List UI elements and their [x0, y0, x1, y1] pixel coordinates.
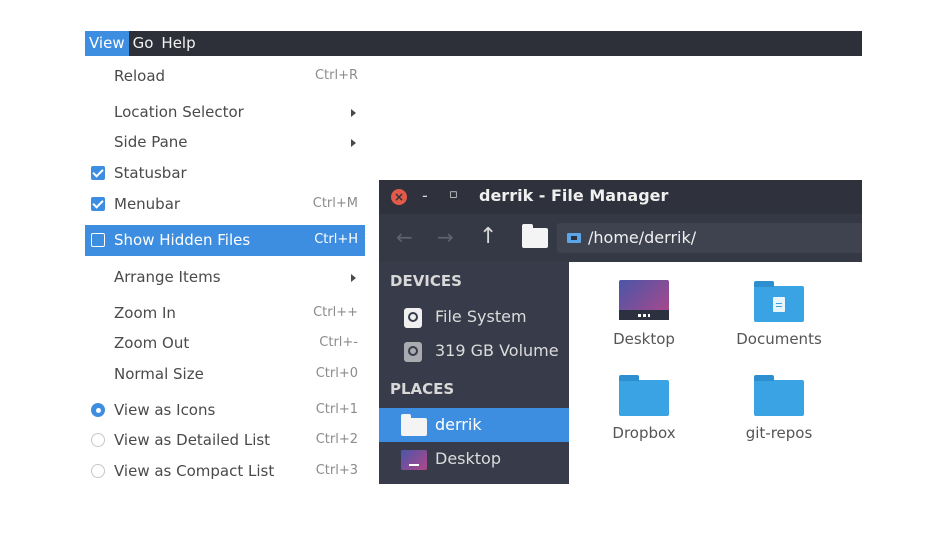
checkbox-checked-icon[interactable]	[91, 197, 105, 211]
submenu-arrow-icon	[351, 109, 356, 117]
forward-arrow-icon[interactable]: →	[437, 225, 454, 249]
menu-item-arrange-items[interactable]: Arrange Items	[85, 262, 365, 293]
home-folder-icon[interactable]	[522, 224, 548, 248]
menu-item-label: Zoom In	[114, 304, 176, 322]
file-item-dropbox[interactable]: Dropbox	[589, 372, 699, 462]
menu-item-label: Menubar	[114, 195, 181, 213]
menu-item-accelerator: Ctrl+2	[315, 432, 358, 447]
menu-item-accelerator: Ctrl+M	[312, 196, 358, 211]
menu-item-show-hidden-files[interactable]: Show Hidden Files Ctrl+H	[85, 225, 365, 256]
menu-item-label: Location Selector	[114, 103, 244, 121]
up-arrow-icon[interactable]: ↑	[479, 224, 497, 249]
menu-item-label: Zoom Out	[114, 334, 190, 352]
file-item-desktop[interactable]: Desktop	[589, 278, 699, 368]
devices-header: DEVICES	[390, 272, 462, 290]
places-header: PLACES	[390, 380, 455, 398]
menu-item-view-as-compact-list[interactable]: View as Compact List Ctrl+3	[85, 456, 365, 487]
menu-view[interactable]: View	[85, 31, 129, 56]
checkbox-checked-icon[interactable]	[91, 166, 105, 180]
menu-item-statusbar[interactable]: Statusbar	[85, 158, 365, 189]
menu-item-label: Statusbar	[114, 164, 187, 182]
sidebar-item-file-system[interactable]: File System	[379, 300, 569, 334]
menu-item-zoom-out[interactable]: Zoom Out Ctrl+-	[85, 328, 365, 359]
menu-item-label: View as Compact List	[114, 462, 275, 480]
menu-item-label: Reload	[114, 67, 166, 85]
location-bar[interactable]: /home/derrik/	[557, 223, 862, 253]
drive-icon	[404, 308, 422, 328]
menu-item-side-pane[interactable]: Side Pane	[85, 127, 365, 158]
window-titlebar[interactable]: × - ▫ derrik - File Manager	[379, 180, 862, 214]
submenu-arrow-icon	[351, 139, 356, 147]
menu-help[interactable]: Help	[157, 31, 199, 56]
menu-item-view-as-icons[interactable]: View as Icons Ctrl+1	[85, 395, 365, 426]
file-item-label: Dropbox	[612, 424, 676, 442]
menu-item-label: Side Pane	[114, 133, 188, 151]
file-item-documents[interactable]: Documents	[724, 278, 834, 368]
menu-item-reload[interactable]: Reload Ctrl+R	[85, 61, 365, 92]
view-menu-dropdown: Reload Ctrl+R Location Selector Side Pan…	[85, 56, 365, 490]
file-item-label: Documents	[736, 330, 822, 348]
sidebar-item-label: File System	[435, 307, 527, 326]
desktop-icon	[401, 450, 427, 470]
window-title: derrik - File Manager	[479, 186, 669, 205]
menu-item-label: View as Icons	[114, 401, 216, 419]
menu-item-location-selector[interactable]: Location Selector	[85, 97, 365, 128]
file-item-label: git-repos	[745, 424, 813, 442]
desktop-icon	[619, 280, 669, 320]
sidebar-item-label: derrik	[435, 415, 482, 434]
sidebar-item-derrik[interactable]: derrik	[379, 408, 569, 442]
folder-icon	[754, 375, 804, 416]
back-arrow-icon[interactable]: ←	[396, 225, 413, 249]
menu-item-label: Normal Size	[114, 365, 204, 383]
menu-item-view-as-detailed-list[interactable]: View as Detailed List Ctrl+2	[85, 425, 365, 456]
menu-item-label: Arrange Items	[114, 268, 221, 286]
minimize-button[interactable]: -	[422, 186, 428, 205]
menu-item-accelerator: Ctrl+H	[314, 232, 358, 247]
radio-selected-icon[interactable]	[91, 403, 105, 417]
documents-folder-icon	[754, 281, 804, 322]
menu-go[interactable]: Go	[129, 31, 158, 56]
menu-item-accelerator: Ctrl++	[313, 305, 358, 320]
menu-item-accelerator: Ctrl+1	[315, 402, 358, 417]
sidebar-item-319gb-volume[interactable]: 319 GB Volume	[379, 334, 569, 368]
file-item-git-repos[interactable]: git-repos	[724, 372, 834, 462]
drive-icon	[567, 233, 581, 243]
menu-item-label: Show Hidden Files	[114, 231, 251, 249]
maximize-button[interactable]: ▫	[449, 187, 458, 202]
folder-icon	[619, 375, 669, 416]
menu-item-accelerator: Ctrl+R	[314, 68, 358, 83]
submenu-arrow-icon	[351, 274, 356, 282]
menu-item-accelerator: Ctrl+3	[315, 463, 358, 478]
menu-item-accelerator: Ctrl+0	[315, 366, 358, 381]
sidebar-item-label: Desktop	[435, 449, 501, 468]
menubar: View Go Help	[85, 31, 862, 56]
drive-icon	[404, 342, 422, 362]
side-pane: DEVICES File System 319 GB Volume PLACES…	[379, 262, 569, 484]
close-button[interactable]: ×	[391, 189, 407, 205]
sidebar-item-label: 319 GB Volume	[435, 341, 559, 360]
home-folder-icon	[401, 414, 427, 436]
menu-item-menubar[interactable]: Menubar Ctrl+M	[85, 189, 365, 220]
location-path[interactable]: /home/derrik/	[588, 228, 696, 247]
radio-unselected-icon[interactable]	[91, 433, 105, 447]
toolbar: ← → ↑ /home/derrik/	[379, 214, 862, 262]
menu-item-zoom-in[interactable]: Zoom In Ctrl++	[85, 298, 365, 329]
radio-unselected-icon[interactable]	[91, 464, 105, 478]
sidebar-item-desktop[interactable]: Desktop	[379, 442, 569, 476]
file-item-label: Desktop	[613, 330, 675, 348]
menu-item-label: View as Detailed List	[114, 431, 271, 449]
checkbox-unchecked-icon[interactable]	[91, 233, 105, 247]
menu-item-normal-size[interactable]: Normal Size Ctrl+0	[85, 359, 365, 390]
menu-item-accelerator: Ctrl+-	[319, 335, 358, 350]
file-view: Desktop Documents Dropbox git-repos	[569, 262, 862, 484]
file-manager-window: × - ▫ derrik - File Manager ← → ↑ /home/…	[379, 180, 862, 484]
